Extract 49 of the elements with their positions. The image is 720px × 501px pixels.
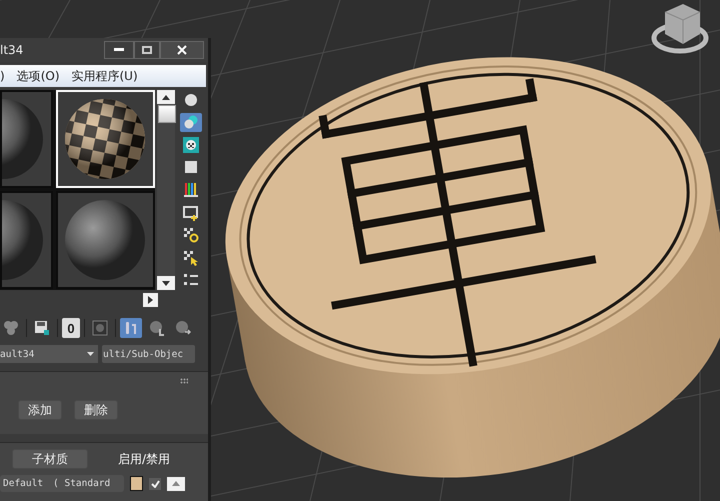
menu-item[interactable]: 实用程序(U): [72, 68, 138, 84]
grip-icon: [180, 378, 188, 384]
tube-icon: [123, 320, 139, 336]
material-type-button[interactable]: ulti/Sub-Objec: [102, 345, 195, 363]
scroll-bar[interactable]: [157, 90, 175, 290]
color-bars-icon: [183, 182, 199, 198]
toolbar-button[interactable]: 0: [62, 318, 80, 338]
panel-button[interactable]: 添加: [18, 400, 62, 420]
enable-checkbox[interactable]: [149, 478, 161, 490]
check-icon: [150, 480, 160, 488]
checker-icon: [183, 136, 199, 153]
close-icon: [177, 45, 187, 55]
scroll-down-button[interactable]: [157, 276, 175, 290]
save-icon: [34, 320, 50, 336]
down-arrow-icon: [162, 280, 170, 286]
minimize-icon: [114, 48, 124, 52]
menu-item[interactable]: 选项(O): [16, 68, 60, 84]
sub-material-button[interactable]: 子材质: [12, 449, 88, 469]
color-swatch[interactable]: [130, 476, 143, 491]
tool-button[interactable]: [180, 135, 202, 155]
up-arrow-icon: [162, 94, 170, 100]
spheres-icon: [183, 114, 199, 130]
panel-button[interactable]: 删除: [74, 400, 118, 420]
view-cube-drawing: [652, 4, 708, 54]
scroll-up-button[interactable]: [167, 476, 185, 490]
material-name-dropdown[interactable]: ault34: [0, 345, 98, 363]
sample-slot[interactable]: [56, 90, 155, 188]
checker-pointer-icon: [183, 250, 199, 266]
caret-icon: [87, 352, 94, 356]
checker-cluster-icon: [3, 320, 19, 336]
column-header: 启用/禁用: [118, 450, 170, 468]
close-button[interactable]: [160, 41, 204, 59]
checker-gear-icon: [183, 227, 199, 244]
film-icon: [183, 204, 199, 221]
square-icon: [183, 159, 199, 176]
up-arrow-icon: [172, 481, 180, 486]
scroll-up-button[interactable]: [157, 90, 175, 104]
maximize-button[interactable]: [134, 41, 160, 59]
expand-button[interactable]: [143, 293, 158, 307]
sphere-icon: [183, 92, 199, 108]
menu-item[interactable]: ): [0, 69, 5, 83]
sub-material-field[interactable]: Default ( Standard: [0, 475, 124, 492]
window-title: lt34: [0, 43, 24, 57]
maximize-icon: [142, 46, 152, 54]
minimize-button[interactable]: [104, 41, 134, 59]
checker-sphere-icon: [149, 320, 165, 336]
tool-button[interactable]: [180, 112, 202, 132]
scroll-thumb[interactable]: [158, 105, 176, 123]
right-arrow-icon: [148, 296, 153, 304]
